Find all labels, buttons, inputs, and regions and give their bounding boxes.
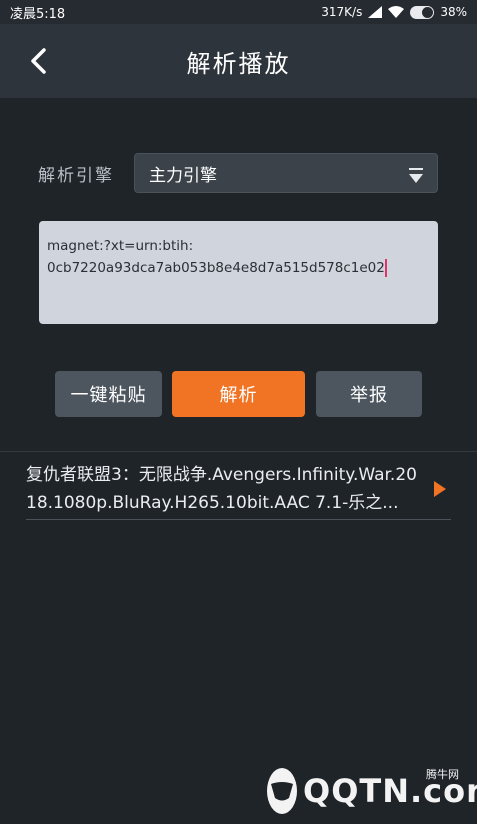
result-underline xyxy=(26,519,451,520)
section-divider xyxy=(0,451,477,452)
result-title: 复仇者联盟3：无限战争.Avengers.Infinity.War.2018.1… xyxy=(26,465,417,513)
paste-button[interactable]: 一键粘贴 xyxy=(55,371,162,417)
text-cursor xyxy=(384,259,387,277)
battery-toggle-icon xyxy=(410,5,435,19)
list-item[interactable]: 复仇者联盟3：无限战争.Avengers.Infinity.War.2018.1… xyxy=(26,460,446,518)
signal-icon xyxy=(368,6,383,18)
page-title: 解析播放 xyxy=(186,49,291,78)
engine-select[interactable]: 主力引擎 xyxy=(134,153,438,193)
status-indicators: 317K/s 38% xyxy=(321,5,467,19)
watermark-small: 腾牛网 xyxy=(426,768,459,781)
battery-level: 38% xyxy=(440,5,467,19)
watermark-logo: QQTN.com 腾牛网 xyxy=(267,766,477,816)
engine-selected-value: 主力引擎 xyxy=(149,165,217,186)
app-header: 解析播放 xyxy=(0,24,477,98)
dropdown-triangle-icon xyxy=(409,167,423,183)
back-button[interactable] xyxy=(18,41,58,81)
chevron-left-icon xyxy=(31,48,46,74)
watermark-bull-icon xyxy=(267,768,297,814)
status-time: 凌晨5:18 xyxy=(10,6,66,22)
play-triangle-icon[interactable] xyxy=(434,481,446,497)
wifi-icon xyxy=(388,6,405,18)
magnet-link-input[interactable]: magnet:?xt=urn:btih: 0cb7220a93dca7ab053… xyxy=(39,221,438,324)
magnet-link-value: magnet:?xt=urn:btih: 0cb7220a93dca7ab053… xyxy=(47,238,385,276)
parse-button[interactable]: 解析 xyxy=(172,371,305,417)
report-button[interactable]: 举报 xyxy=(316,371,422,417)
status-bar: 凌晨5:18 317K/s 38% xyxy=(0,0,477,24)
network-speed: 317K/s xyxy=(321,5,363,19)
engine-row: 解析引擎 主力引擎 xyxy=(38,152,438,194)
engine-label: 解析引擎 xyxy=(38,165,114,186)
